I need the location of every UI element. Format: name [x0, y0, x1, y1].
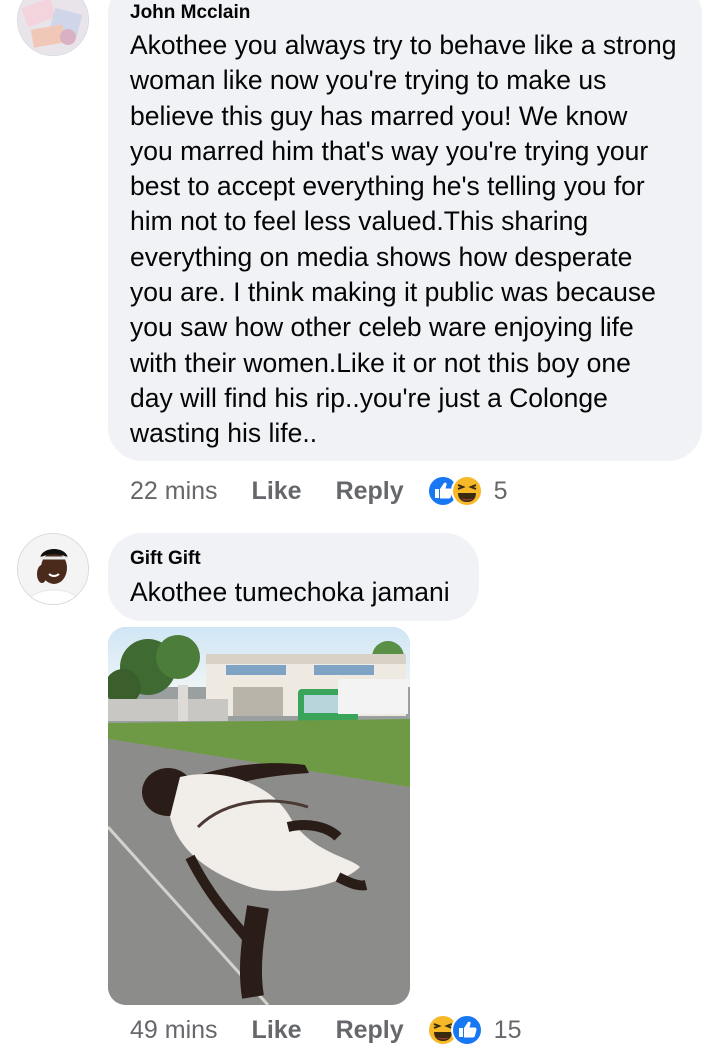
- reaction-count: 15: [493, 1015, 522, 1044]
- comment-author[interactable]: John Mcclain: [130, 2, 682, 24]
- comment-bubble: John Mcclain Akothee you always try to b…: [108, 0, 702, 461]
- avatar-image: [18, 0, 88, 55]
- avatar-image: [18, 534, 88, 604]
- reaction-summary[interactable]: 15: [426, 1013, 522, 1047]
- laughing-icon: [450, 475, 483, 507]
- comment-time[interactable]: 22 mins: [130, 477, 218, 506]
- comment-actions: 49 mins Like Reply 15: [130, 1010, 521, 1050]
- reaction-icons: [426, 475, 483, 507]
- reaction-count: 5: [493, 476, 508, 505]
- comment-photo[interactable]: [108, 627, 410, 1005]
- avatar[interactable]: [17, 533, 89, 605]
- like-icon: [450, 1014, 483, 1046]
- comment-text: Akothee tumechoka jamani: [130, 577, 450, 607]
- comment-actions: 22 mins Like Reply 5: [130, 471, 508, 511]
- avatar[interactable]: [17, 0, 89, 56]
- reaction-summary[interactable]: 5: [426, 474, 508, 508]
- comment-author[interactable]: Gift Gift: [130, 548, 459, 570]
- like-button[interactable]: Like: [252, 1016, 302, 1045]
- reply-button[interactable]: Reply: [336, 477, 404, 506]
- comment-time[interactable]: 49 mins: [130, 1016, 218, 1045]
- comment-text: Akothee you always try to behave like a …: [130, 30, 677, 449]
- comment-bubble: Gift Gift Akothee tumechoka jamani: [108, 533, 479, 621]
- like-button[interactable]: Like: [252, 477, 302, 506]
- reaction-icons: [426, 1014, 483, 1046]
- reply-button[interactable]: Reply: [336, 1016, 404, 1045]
- photo-image: [108, 627, 410, 1005]
